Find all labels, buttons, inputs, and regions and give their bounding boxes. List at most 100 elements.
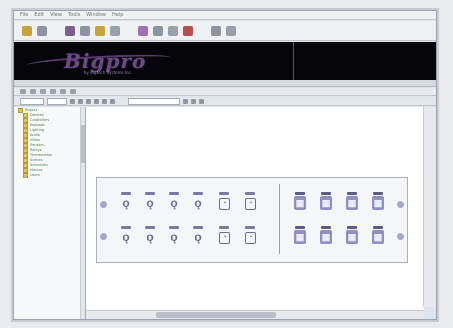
panel-divider	[279, 184, 280, 254]
toolbar-icon[interactable]	[183, 98, 188, 104]
toolbar-icon[interactable]	[94, 98, 99, 104]
q-icon: ǫ	[146, 230, 154, 244]
toolbar-icon[interactable]	[86, 98, 91, 104]
tree-item[interactable]: Project	[14, 107, 85, 113]
mount-hole-icon	[397, 201, 404, 208]
storage-button[interactable]: ▦	[319, 192, 333, 212]
tree-item[interactable]: Audio	[14, 132, 85, 138]
tree-item[interactable]: Keypads	[14, 122, 85, 128]
tool-icon[interactable]	[183, 25, 193, 36]
power-button[interactable]: ◔	[243, 192, 257, 212]
paste-icon[interactable]	[138, 25, 148, 36]
toolbar-icon[interactable]	[20, 89, 26, 94]
q-icon: ǫ	[122, 230, 130, 244]
main-toolbar	[14, 21, 436, 41]
zoom-select[interactable]	[47, 97, 67, 105]
tree-item[interactable]: Thermostats	[14, 152, 85, 158]
toolbar-icon[interactable]	[78, 98, 83, 104]
tree-item[interactable]: Controllers	[14, 117, 85, 123]
tree-item[interactable]: Devices	[14, 112, 85, 118]
disk-icon: ▦	[320, 196, 332, 210]
q-button[interactable]: ǫ	[119, 192, 133, 212]
option-select[interactable]	[128, 97, 180, 105]
power-button[interactable]: ◔	[243, 226, 257, 246]
new-icon[interactable]	[22, 25, 32, 36]
storage-button[interactable]: ▦	[319, 226, 333, 246]
menu-edit[interactable]: Edit	[34, 12, 44, 18]
scrollbar-thumb[interactable]	[156, 312, 276, 318]
q-button[interactable]: ǫ	[167, 226, 181, 246]
brand-tagline: by Bigtech Systems Inc.	[84, 70, 133, 75]
accent-line	[293, 42, 294, 80]
toolbar-icon[interactable]	[199, 98, 204, 104]
disk-icon: ▦	[346, 230, 358, 244]
storage-button[interactable]: ▦	[293, 226, 307, 246]
disk-icon: ▦	[294, 196, 306, 210]
tree-item[interactable]: Macros	[14, 167, 85, 173]
q-button[interactable]: ǫ	[143, 226, 157, 246]
mount-hole-icon	[397, 233, 404, 240]
q-button[interactable]: ǫ	[143, 192, 157, 212]
copy-icon[interactable]	[110, 25, 120, 36]
sidebar-scrollbar[interactable]	[80, 107, 85, 319]
tree-item[interactable]: Schedules	[14, 162, 85, 168]
tree-item[interactable]: Lighting	[14, 127, 85, 133]
q-icon: ǫ	[194, 230, 202, 244]
settings-icon[interactable]	[211, 25, 221, 36]
keypad-panel[interactable]: ǫ ǫ ǫ ǫ ◔ ◔ ▦ ▦ ▦ ▦ ǫ ǫ ǫ ǫ ◔ ◔ ▦ ▦ ▦ ▦	[96, 177, 408, 263]
power-button[interactable]: ◔	[217, 192, 231, 212]
tree-item[interactable]: Sensors	[14, 142, 85, 148]
disk-icon: ▦	[294, 230, 306, 244]
cut-icon[interactable]	[95, 25, 105, 36]
toolbar-icon[interactable]	[102, 98, 107, 104]
undo-icon[interactable]	[153, 25, 163, 36]
toolbar-icon[interactable]	[50, 89, 56, 94]
tree-item[interactable]: Scenes	[14, 157, 85, 163]
q-button[interactable]: ǫ	[191, 192, 205, 212]
q-button[interactable]: ǫ	[191, 226, 205, 246]
menu-tools[interactable]: Tools	[68, 12, 80, 18]
storage-button[interactable]: ▦	[345, 192, 359, 212]
power-button[interactable]: ◔	[217, 226, 231, 246]
project-tree: Project Devices Controllers Keypads Ligh…	[14, 107, 86, 319]
q-button[interactable]: ǫ	[119, 226, 133, 246]
q-icon: ǫ	[170, 196, 178, 210]
storage-button[interactable]: ▦	[371, 226, 385, 246]
print-icon[interactable]	[80, 25, 90, 36]
disk-icon: ▦	[346, 196, 358, 210]
q-button[interactable]: ǫ	[167, 192, 181, 212]
toolbar-icon[interactable]	[191, 98, 196, 104]
toolbar-icon[interactable]	[70, 98, 75, 104]
view-select[interactable]	[20, 97, 44, 105]
power-icon: ◔	[245, 198, 256, 210]
help-icon[interactable]	[226, 25, 236, 36]
toolbar-icon[interactable]	[30, 89, 36, 94]
toolbar-icon[interactable]	[70, 89, 76, 94]
storage-button[interactable]: ▦	[371, 192, 385, 212]
redo-icon[interactable]	[168, 25, 178, 36]
q-icon: ǫ	[146, 196, 154, 210]
toolbar-icon[interactable]	[60, 89, 66, 94]
tree-item[interactable]: Video	[14, 137, 85, 143]
scrollbar-thumb[interactable]	[81, 125, 85, 163]
save-icon[interactable]	[65, 25, 75, 36]
tree-item[interactable]: Users	[14, 172, 85, 178]
canvas-vertical-scrollbar[interactable]	[423, 107, 436, 307]
menu-bar: File Edit View Tools Window Help	[14, 11, 436, 20]
power-icon: ◔	[219, 198, 230, 210]
menu-window[interactable]: Window	[86, 12, 106, 18]
storage-button[interactable]: ▦	[345, 226, 359, 246]
storage-button[interactable]: ▦	[293, 192, 307, 212]
menu-help[interactable]: Help	[112, 12, 123, 18]
tree-item[interactable]: Relays	[14, 147, 85, 153]
design-canvas[interactable]: ǫ ǫ ǫ ǫ ◔ ◔ ▦ ▦ ▦ ▦ ǫ ǫ ǫ ǫ ◔ ◔ ▦ ▦ ▦ ▦	[86, 107, 436, 319]
status-strip	[14, 80, 436, 87]
menu-view[interactable]: View	[50, 12, 62, 18]
toolbar-icon[interactable]	[110, 98, 115, 104]
canvas-horizontal-scrollbar[interactable]	[86, 310, 424, 319]
folder-icon	[23, 172, 28, 178]
menu-file[interactable]: File	[20, 12, 28, 18]
disk-icon: ▦	[372, 196, 384, 210]
toolbar-icon[interactable]	[40, 89, 46, 94]
open-icon[interactable]	[37, 25, 47, 36]
